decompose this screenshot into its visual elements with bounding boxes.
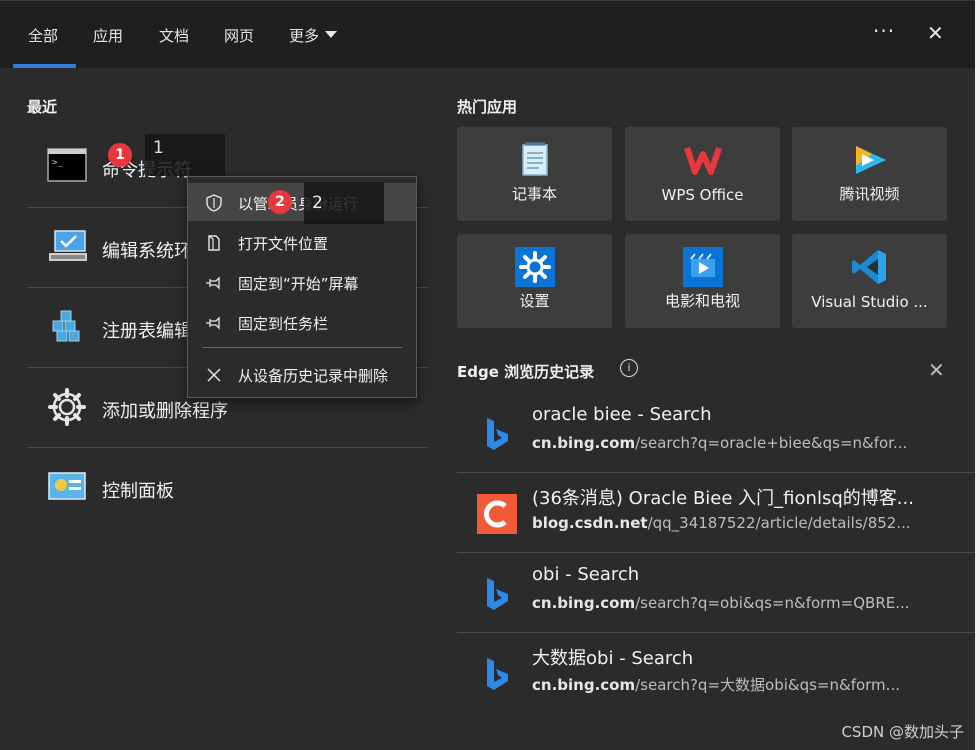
tab-apps[interactable]: 应用 — [93, 25, 123, 46]
close-icon[interactable]: ✕ — [928, 358, 945, 382]
history-url: cn.bing.com/search?q=obi&qs=n&form=QBRE.… — [532, 594, 927, 612]
bing-icon — [487, 578, 508, 610]
history-title: 大数据obi - Search — [532, 648, 694, 669]
menu-divider — [202, 347, 402, 348]
history-url: cn.bing.com/search?q=oracle+biee&qs=n&fo… — [532, 434, 927, 452]
history-path: /search?q=obi&qs=n&form=QBRE... — [635, 594, 910, 612]
registry-icon — [52, 310, 80, 342]
vscode-icon — [852, 250, 886, 284]
recent-section-title: 最近 — [27, 98, 58, 116]
history-title: oracle biee - Search — [532, 404, 712, 425]
tab-documents[interactable]: 文档 — [159, 25, 189, 46]
computer-icon — [49, 230, 87, 261]
history-domain: cn.bing.com — [532, 676, 636, 694]
menu-item-pin-start[interactable]: 固定到“开始”屏幕 — [188, 263, 416, 301]
tab-web[interactable]: 网页 — [224, 25, 254, 46]
recent-item-label: 添加或删除程序 — [102, 401, 228, 422]
top-tab-bar: 全部 应用 文档 网页 更多 ··· ✕ — [0, 0, 980, 68]
history-item[interactable]: (36条消息) Oracle Biee 入门_fionlsq的博客... blo… — [457, 472, 975, 552]
history-path: /search?q=oracle+biee&qs=n&for... — [635, 434, 908, 452]
history-item[interactable]: 大数据obi - Search cn.bing.com/search?q=大数据… — [457, 632, 975, 712]
control-panel-icon — [48, 472, 86, 500]
menu-item-label: 固定到任务栏 — [238, 315, 329, 333]
history-item[interactable]: obi - Search cn.bing.com/search?q=obi&qs… — [457, 552, 975, 632]
history-url: blog.csdn.net/qq_34187522/article/detail… — [532, 514, 927, 532]
chevron-down-icon — [325, 31, 338, 38]
app-tile-vscode[interactable]: Visual Studio ... — [792, 234, 947, 328]
info-icon[interactable]: i — [620, 359, 638, 377]
history-url: cn.bing.com/search?q=大数据obi&qs=n&form... — [532, 674, 927, 695]
svg-text:>_: >_ — [52, 158, 63, 168]
history-title: obi - Search — [532, 564, 640, 585]
watermark: CSDN @数加头子 — [841, 723, 964, 741]
recent-item-label: 控制面板 — [102, 481, 174, 502]
history-domain: cn.bing.com — [532, 434, 636, 452]
notepad-icon — [522, 142, 548, 176]
pin-icon — [206, 316, 220, 330]
cmd-icon: >_ — [47, 148, 87, 182]
wps-icon — [684, 147, 722, 175]
history-item[interactable]: oracle biee - Search cn.bing.com/search?… — [457, 392, 975, 472]
app-label: 腾讯视频 — [839, 185, 900, 203]
edge-history-title: Edge 浏览历史记录 — [457, 363, 595, 381]
tencent-video-icon — [856, 146, 886, 174]
menu-item-open-file-location[interactable]: 打开文件位置 — [188, 223, 416, 261]
bing-icon — [487, 418, 508, 450]
app-tile-tencent-video[interactable]: 腾讯视频 — [792, 127, 947, 221]
app-label: 记事本 — [511, 185, 557, 203]
close-icon — [207, 368, 221, 382]
app-tile-notepad[interactable]: 记事本 — [457, 127, 612, 221]
menu-item-label: 从设备历史记录中删除 — [238, 367, 389, 385]
history-domain: cn.bing.com — [532, 594, 636, 612]
app-label: Visual Studio ... — [811, 293, 928, 311]
history-title: (36条消息) Oracle Biee 入门_fionlsq的博客... — [532, 488, 914, 509]
app-tile-wps[interactable]: WPS Office — [625, 127, 780, 221]
gear-icon — [48, 388, 86, 426]
app-label: 设置 — [519, 292, 550, 310]
bing-icon — [487, 658, 508, 690]
menu-item-pin-taskbar[interactable]: 固定到任务栏 — [188, 303, 416, 341]
menu-item-label: 固定到“开始”屏幕 — [238, 275, 359, 293]
history-path: /search?q=大数据obi&qs=n&form... — [635, 676, 900, 694]
window-edge — [975, 0, 980, 750]
hot-apps-section-title: 热门应用 — [457, 98, 518, 116]
step-callout-1: 1 — [145, 134, 225, 176]
tab-all[interactable]: 全部 — [28, 25, 58, 46]
step-badge-1: 1 — [108, 143, 132, 167]
history-path: /qq_34187522/article/details/852... — [647, 514, 911, 532]
callout-number: 1 — [153, 138, 164, 158]
tab-more-label: 更多 — [289, 27, 320, 45]
recent-item-control-panel[interactable]: 控制面板 — [27, 447, 427, 527]
callout-number: 2 — [312, 193, 323, 213]
pin-icon — [206, 276, 220, 290]
app-tile-movies-tv[interactable]: 电影和电视 — [625, 234, 780, 328]
csdn-icon — [477, 494, 517, 534]
menu-item-remove-history[interactable]: 从设备历史记录中删除 — [188, 355, 416, 393]
settings-icon — [515, 247, 555, 287]
movies-tv-icon — [683, 247, 723, 287]
history-domain: blog.csdn.net — [532, 514, 648, 532]
app-tile-settings[interactable]: 设置 — [457, 234, 612, 328]
file-location-icon — [208, 235, 220, 251]
shield-icon — [206, 194, 222, 212]
menu-item-label: 打开文件位置 — [238, 235, 329, 253]
tab-more[interactable]: 更多 — [289, 25, 338, 46]
app-label: WPS Office — [661, 186, 744, 204]
close-icon[interactable]: ✕ — [927, 21, 944, 45]
more-options-icon[interactable]: ··· — [873, 19, 895, 43]
step-badge-2: 2 — [268, 190, 292, 214]
step-callout-2: 2 — [304, 182, 384, 224]
app-label: 电影和电视 — [664, 292, 740, 310]
